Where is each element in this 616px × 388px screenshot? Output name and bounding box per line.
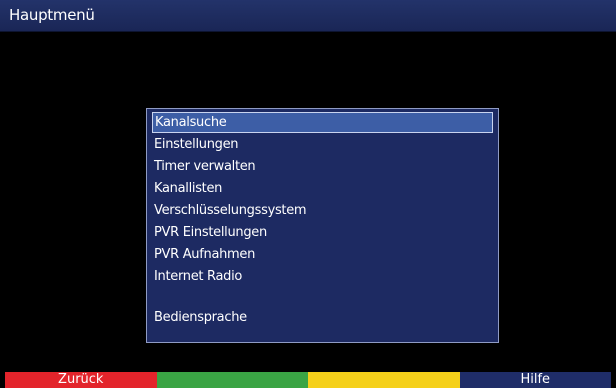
page-title: Hauptmenü	[9, 6, 95, 24]
menu-item-pvr-aufnahmen[interactable]: PVR Aufnahmen	[152, 244, 493, 265]
help-label: Hilfe	[520, 372, 551, 387]
menu-item-pvr-einstellungen[interactable]: PVR Einstellungen	[152, 222, 493, 243]
menu-item-verschluesselungssystem[interactable]: Verschlüsselungssystem	[152, 200, 493, 221]
main-menu: Kanalsuche Einstellungen Timer verwalten…	[146, 108, 499, 343]
back-label: Zurück	[58, 372, 104, 387]
title-bar: Hauptmenü	[0, 0, 616, 32]
menu-item-kanalsuche[interactable]: Kanalsuche	[152, 112, 493, 133]
screen-border-right	[611, 32, 616, 388]
menu-item-einstellungen[interactable]: Einstellungen	[152, 134, 493, 155]
menu-item-kanallisten[interactable]: Kanallisten	[152, 178, 493, 199]
main-area: Kanalsuche Einstellungen Timer verwalten…	[5, 32, 611, 372]
screen-border-left	[0, 32, 5, 388]
menu-item-timer-verwalten[interactable]: Timer verwalten	[152, 156, 493, 177]
color-key-bar: Zurück Hilfe	[5, 372, 611, 388]
menu-item-internet-radio[interactable]: Internet Radio	[152, 266, 493, 287]
yellow-key-button[interactable]	[308, 372, 460, 388]
green-key-button[interactable]	[156, 372, 308, 388]
blue-key-help-button[interactable]: Hilfe	[459, 372, 611, 388]
menu-item-bediensprache[interactable]: Bediensprache	[152, 307, 493, 328]
red-key-back-button[interactable]: Zurück	[5, 372, 157, 388]
